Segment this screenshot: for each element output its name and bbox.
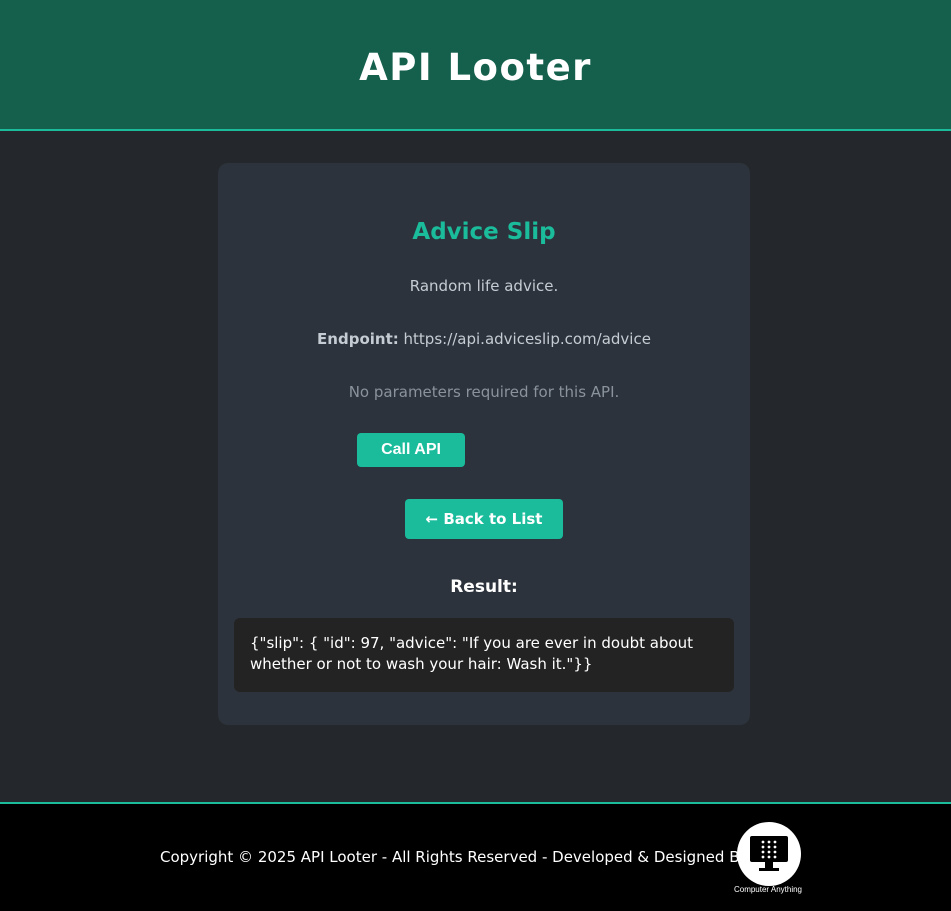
site-footer: Copyright © 2025 API Looter - All Rights… <box>0 802 951 911</box>
logo-caption: Computer Anything <box>733 885 803 894</box>
call-api-button[interactable]: Call API <box>357 433 465 467</box>
site-header: API Looter <box>0 0 951 131</box>
endpoint-url: https://api.adviceslip.com/advice <box>403 330 651 348</box>
result-heading: Result: <box>450 577 518 597</box>
main-content: Advice Slip Random life advice. Endpoint… <box>0 131 951 802</box>
no-parameters-note: No parameters required for this API. <box>348 383 620 401</box>
developer-logo[interactable]: Computer Anything <box>730 822 806 896</box>
logo-badge <box>737 822 801 886</box>
copyright-text: Copyright © 2025 API Looter - All Rights… <box>160 848 753 866</box>
endpoint-line: Endpoint: https://api.adviceslip.com/adv… <box>218 330 750 348</box>
endpoint-label: Endpoint: <box>317 330 399 348</box>
back-to-list-button[interactable]: ← Back to List <box>405 499 563 539</box>
result-output: {"slip": { "id": 97, "advice": "If you a… <box>234 618 734 692</box>
computer-monitor-icon <box>750 836 788 871</box>
api-detail-card: Advice Slip Random life advice. Endpoint… <box>218 163 750 725</box>
api-description: Random life advice. <box>409 277 559 295</box>
api-title: Advice Slip <box>412 219 556 245</box>
site-title: API Looter <box>359 46 592 89</box>
